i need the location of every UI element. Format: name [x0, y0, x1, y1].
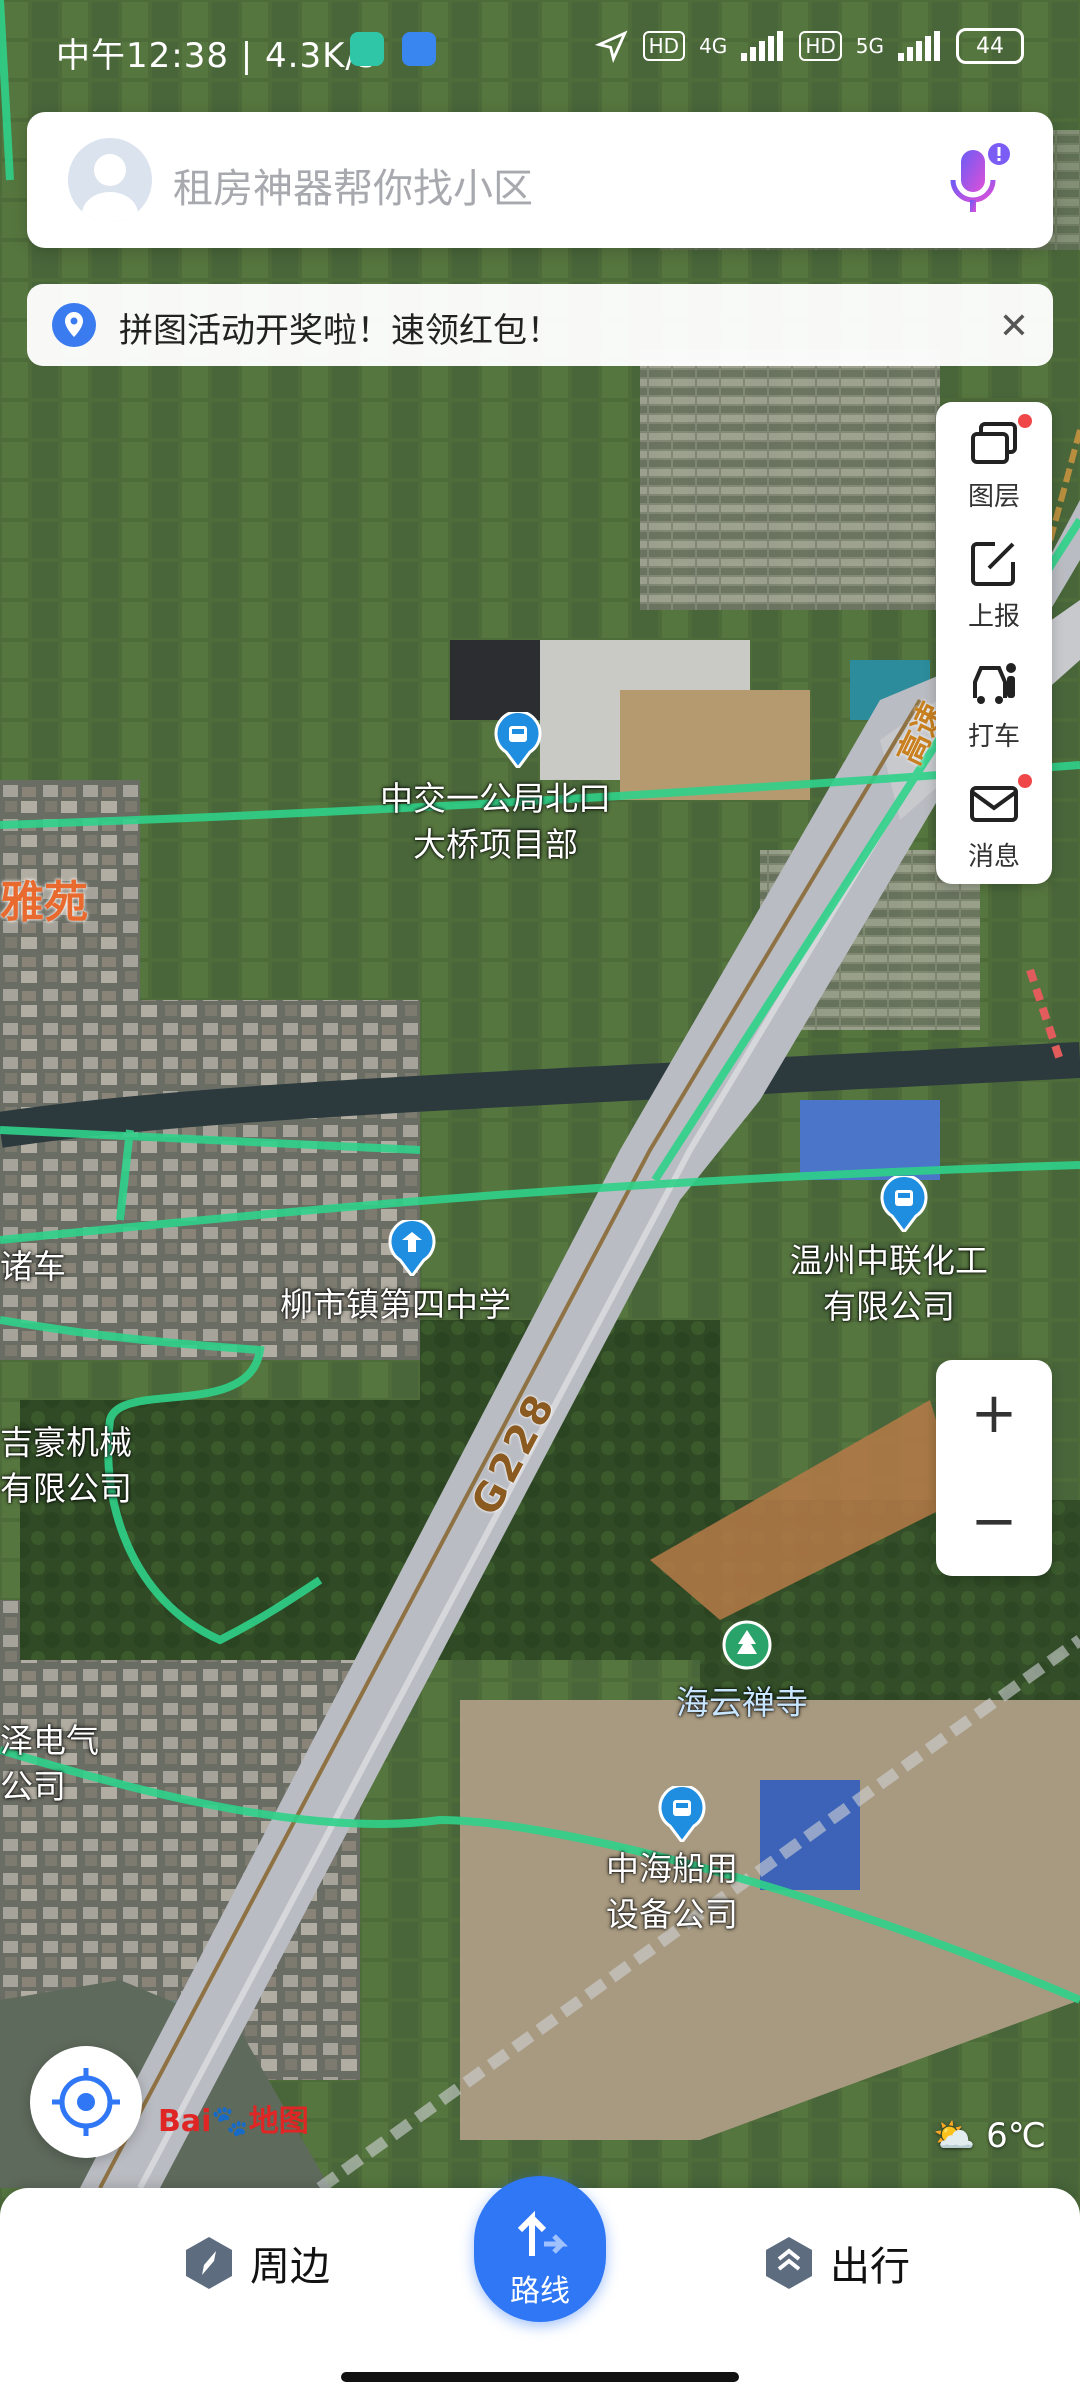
location-arrow-icon	[594, 30, 628, 63]
baidu-map-logo: Bai🐾du地图	[158, 2096, 309, 2140]
poi-marker-school[interactable]	[388, 1218, 436, 1279]
voice-search-icon[interactable]	[939, 140, 1015, 224]
notification-dot	[1018, 414, 1032, 428]
crosshair-icon	[52, 2068, 120, 2136]
paw-icon: 🐾	[211, 2104, 249, 2139]
shield-indicator-icon	[402, 32, 436, 66]
route-label: 路线	[510, 2274, 570, 2309]
travel-label: 出行	[830, 2244, 910, 2290]
poi-label-che[interactable]: 诸车	[0, 1244, 66, 1290]
zoom-out-button[interactable]: −	[936, 1468, 1052, 1576]
zoom-control: + −	[936, 1360, 1052, 1576]
app-indicator-icon	[350, 32, 384, 66]
poi-label-project[interactable]: 中交一公局北口 大桥项目部	[380, 776, 611, 868]
hd-badge-2: HD	[799, 31, 842, 61]
poi-label-jihao[interactable]: 吉豪机械 有限公司	[0, 1420, 132, 1512]
poi-marker-zhonghai[interactable]	[658, 1784, 706, 1845]
tool-layers-button[interactable]: 图层	[936, 404, 1052, 514]
notification-dot-2	[1018, 774, 1032, 788]
poi-marker-zhonglian[interactable]	[880, 1174, 928, 1235]
report-icon	[971, 542, 1015, 586]
travel-button[interactable]: 出行	[762, 2234, 910, 2292]
logo-ditu: 地图	[248, 2104, 309, 2139]
nearby-button[interactable]: 周边	[182, 2234, 330, 2292]
user-avatar[interactable]	[68, 138, 152, 222]
notice-text: 拼图活动开奖啦！速领红包！	[119, 311, 561, 351]
weather-widget[interactable]: ⛅ 6℃	[933, 2116, 1046, 2156]
search-bar[interactable]: 租房神器帮你找小区	[27, 112, 1053, 248]
tool-message-button[interactable]: 消息	[936, 764, 1052, 874]
activity-notice-banner[interactable]: 拼图活动开奖啦！速领红包！ ✕	[27, 284, 1053, 366]
poi-label-zedianqi[interactable]: 泽电气 公司	[0, 1718, 99, 1810]
home-indicator[interactable]	[341, 2372, 739, 2382]
area-label-yayuan: 雅苑	[0, 877, 88, 928]
tool-report-button[interactable]: 上报	[936, 524, 1052, 634]
poi-label-zhonghai[interactable]: 中海船用 设备公司	[606, 1846, 738, 1938]
tool-report-label: 上报	[967, 602, 1020, 632]
tool-layers-label: 图层	[967, 482, 1020, 512]
search-input[interactable]: 租房神器帮你找小区	[173, 156, 533, 214]
weather-cloud-icon: ⛅	[933, 2116, 976, 2156]
travel-icon	[766, 2237, 812, 2289]
message-icon	[970, 786, 1018, 822]
layers-icon	[971, 422, 1017, 464]
tool-taxi-label: 打车	[967, 722, 1020, 752]
route-arrow-icon	[517, 2210, 568, 2256]
map-tool-panel: 图层 上报 打车 消息	[936, 402, 1052, 884]
signal-icon-2	[898, 31, 940, 61]
poi-marker-project[interactable]	[494, 710, 542, 771]
tool-taxi-button[interactable]: 打车	[936, 644, 1052, 754]
network-5g-label: 5G	[855, 34, 884, 58]
weather-temp: 6℃	[986, 2116, 1046, 2156]
taxi-icon	[973, 663, 1016, 704]
poi-label-haiyun[interactable]: 海云禅寺	[676, 1680, 808, 1726]
tool-message-label: 消息	[967, 842, 1020, 872]
battery-indicator: 44	[956, 28, 1024, 64]
close-icon[interactable]: ✕	[999, 306, 1029, 347]
status-bar: 中午12:38 | 4.3K/s HD 4G HD 5G 44	[0, 0, 1080, 100]
poi-label-zhonglian[interactable]: 温州中联化工 有限公司	[790, 1238, 988, 1330]
nearby-label: 周边	[250, 2244, 330, 2290]
network-4g-label: 4G	[699, 34, 728, 58]
zoom-in-button[interactable]: +	[936, 1360, 1052, 1468]
status-time: 中午12:38 | 4.3K/s	[56, 36, 377, 76]
locate-me-button[interactable]	[30, 2046, 142, 2158]
hd-badge: HD	[642, 31, 686, 61]
poi-marker-haiyun[interactable]	[722, 1620, 772, 1670]
location-pin-icon	[51, 302, 97, 352]
logo-bai: Bai	[158, 2104, 212, 2139]
signal-icon	[741, 31, 784, 61]
route-button[interactable]: 路线	[474, 2176, 606, 2322]
status-right-group: HD 4G HD 5G 44	[594, 28, 1024, 64]
compass-icon	[186, 2237, 232, 2289]
poi-label-school[interactable]: 柳市镇第四中学	[280, 1282, 511, 1328]
